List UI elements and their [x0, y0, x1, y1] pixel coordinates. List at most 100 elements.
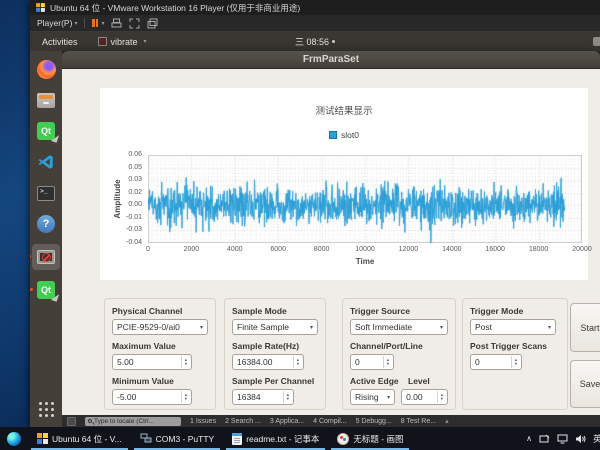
- player-menu[interactable]: Player(P)▾: [37, 18, 77, 28]
- x-tick-label: 8000: [314, 246, 330, 253]
- panel-button-search[interactable]: 2 Search ...: [225, 418, 261, 425]
- legend-label: slot0: [341, 130, 359, 140]
- panel-button-debugger[interactable]: 5 Debugg...: [356, 418, 392, 425]
- activities-button[interactable]: Activities: [42, 37, 78, 47]
- sample-mode-label: Sample Mode: [232, 306, 318, 316]
- chart-title: 测试结果显示: [100, 103, 588, 117]
- vmware-titlebar[interactable]: Ubuntu 64 位 - VMware Workstation 16 Play…: [30, 0, 600, 15]
- show-applications-button[interactable]: [39, 402, 54, 417]
- stepper-icons[interactable]: ▴▾: [283, 391, 289, 403]
- y-tick-label: -0.01: [126, 214, 142, 221]
- window-restore-icon: [147, 18, 158, 29]
- taskbar-item-notepad[interactable]: readme.txt - 记事本: [223, 427, 328, 450]
- stepper-icons[interactable]: ▴▾: [437, 391, 443, 403]
- suspend-button[interactable]: ▾: [92, 19, 104, 27]
- stepper-icons[interactable]: ▴▾: [293, 356, 299, 368]
- chevron-down-icon: ▾: [440, 324, 443, 331]
- y-tick-label: 0.03: [128, 176, 142, 183]
- network-icon[interactable]: [557, 434, 568, 444]
- dock-item-help[interactable]: ?: [34, 213, 58, 235]
- putty-icon: [140, 433, 152, 444]
- chevron-down-icon: ▾: [548, 324, 551, 331]
- tray-chevron-up-icon[interactable]: ∧: [526, 434, 532, 443]
- app-indicator[interactable]: vibrate ▾: [98, 37, 147, 47]
- trigger-mode-label: Trigger Mode: [470, 306, 560, 316]
- level-input[interactable]: 0.00 ▴▾: [401, 389, 448, 405]
- chevron-down-icon: ▾: [310, 324, 313, 331]
- x-axis-label: Time: [148, 257, 582, 266]
- stepper-icons[interactable]: ▴▾: [383, 356, 389, 368]
- y-tick-label: 0.02: [128, 189, 142, 196]
- physical-channel-select[interactable]: PCIE-9529-0/ai0▾: [112, 319, 208, 335]
- x-tick-label: 12000: [399, 246, 418, 253]
- dock-item-qtcreator[interactable]: Qt: [34, 120, 58, 142]
- panel-expand-icon[interactable]: ▴: [445, 417, 449, 425]
- sample-per-channel-input[interactable]: 16384 ▴▾: [232, 389, 294, 405]
- dock-item-qt-app[interactable]: Qt: [34, 279, 58, 301]
- vmware-window-title: Ubuntu 64 位 - VMware Workstation 16 Play…: [50, 2, 300, 14]
- frmparaset-window: FrmParaSet 测试结果显示 slot0 Amplitude 0.060.…: [62, 51, 600, 415]
- channel-port-line-input[interactable]: 0 ▴▾: [350, 354, 394, 370]
- y-tick-label: 0.05: [128, 164, 142, 171]
- panel-button-test-results[interactable]: 8 Test Re...: [401, 418, 436, 425]
- sample-per-channel-label: Sample Per Channel: [232, 376, 318, 386]
- running-indicator-dot: [30, 255, 31, 258]
- edge-icon: [7, 432, 21, 446]
- taskbar-item-edge[interactable]: [0, 427, 28, 450]
- app-indicator-icon: [98, 37, 107, 46]
- vscode-icon: [37, 153, 55, 171]
- stepper-icons[interactable]: ▴▾: [181, 391, 187, 403]
- ime-indicator[interactable]: 英: [593, 432, 600, 445]
- sample-group: Sample Mode Finite Sample▾ Sample Rate(H…: [224, 298, 326, 410]
- panel-button-application-output[interactable]: 3 Applica...: [270, 418, 304, 425]
- stepper-icons[interactable]: ▴▾: [511, 356, 517, 368]
- dock-item-vscode[interactable]: [34, 151, 58, 173]
- post-trigger-scans-input[interactable]: 0 ▴▾: [470, 354, 522, 370]
- plot-area: [148, 155, 582, 243]
- physical-channel-label: Physical Channel: [112, 306, 208, 316]
- devices-button[interactable]: [111, 18, 122, 29]
- dock-item-files[interactable]: [34, 89, 58, 111]
- active-edge-label: Active Edge: [350, 376, 402, 386]
- chevron-down-icon: ▾: [200, 324, 203, 331]
- maximum-value-input[interactable]: 5.00 ▴▾: [112, 354, 192, 370]
- ubuntu-topbar: Activities vibrate ▾ 三 08:56: [30, 32, 600, 51]
- legend-swatch: [329, 131, 337, 139]
- trigger-mode-select[interactable]: Post▾: [470, 319, 556, 335]
- save-button[interactable]: Save: [570, 360, 600, 408]
- firefox-icon: [37, 60, 56, 79]
- stepper-icons[interactable]: ▴▾: [181, 356, 187, 368]
- taskbar-item-paint[interactable]: 无标题 - 画图: [328, 427, 412, 450]
- clock[interactable]: 三 08:56: [295, 35, 335, 48]
- taskbar-item-vmware[interactable]: Ubuntu 64 位 - V...: [28, 427, 131, 450]
- fullscreen-button[interactable]: [129, 18, 140, 29]
- dock-item-firefox[interactable]: [34, 58, 58, 80]
- panel-button-issues[interactable]: 1 Issues: [190, 418, 216, 425]
- unity-button[interactable]: [147, 18, 158, 29]
- chevron-down-icon: ▾: [144, 38, 147, 45]
- locator-input[interactable]: Type to locate (Ctrl...: [85, 417, 181, 426]
- fullscreen-icon: [129, 18, 140, 29]
- sample-rate-input[interactable]: 16384.00 ▴▾: [232, 354, 304, 370]
- system-menu-icon[interactable]: [593, 37, 600, 46]
- sample-mode-select[interactable]: Finite Sample▾: [232, 319, 318, 335]
- frmparaset-titlebar[interactable]: FrmParaSet: [62, 51, 600, 69]
- pause-icon: [92, 19, 95, 27]
- minimum-value-input[interactable]: -5.00 ▴▾: [112, 389, 192, 405]
- taskbar-item-putty[interactable]: COM3 - PuTTY: [131, 427, 224, 450]
- chevron-down-icon: ▾: [101, 20, 104, 27]
- ubuntu-dock: Qt >_ ? Qt: [30, 51, 62, 427]
- x-tick-label: 18000: [529, 246, 548, 253]
- volume-icon[interactable]: [575, 434, 586, 444]
- x-tick-label: 20000: [572, 246, 591, 253]
- panel-button-compile-output[interactable]: 4 Compil...: [313, 418, 346, 425]
- y-tick-label: -0.04: [126, 239, 142, 246]
- tablet-pen-icon[interactable]: [539, 434, 550, 444]
- trigger-source-select[interactable]: Soft Immediate▾: [350, 319, 448, 335]
- dock-item-screen-record[interactable]: [32, 244, 60, 270]
- toolbar-divider: [84, 18, 85, 28]
- dock-item-terminal[interactable]: >_: [34, 182, 58, 204]
- active-edge-select[interactable]: Rising▾: [350, 389, 395, 405]
- kit-selector-icon[interactable]: [67, 417, 76, 426]
- start-button[interactable]: Start: [570, 303, 600, 352]
